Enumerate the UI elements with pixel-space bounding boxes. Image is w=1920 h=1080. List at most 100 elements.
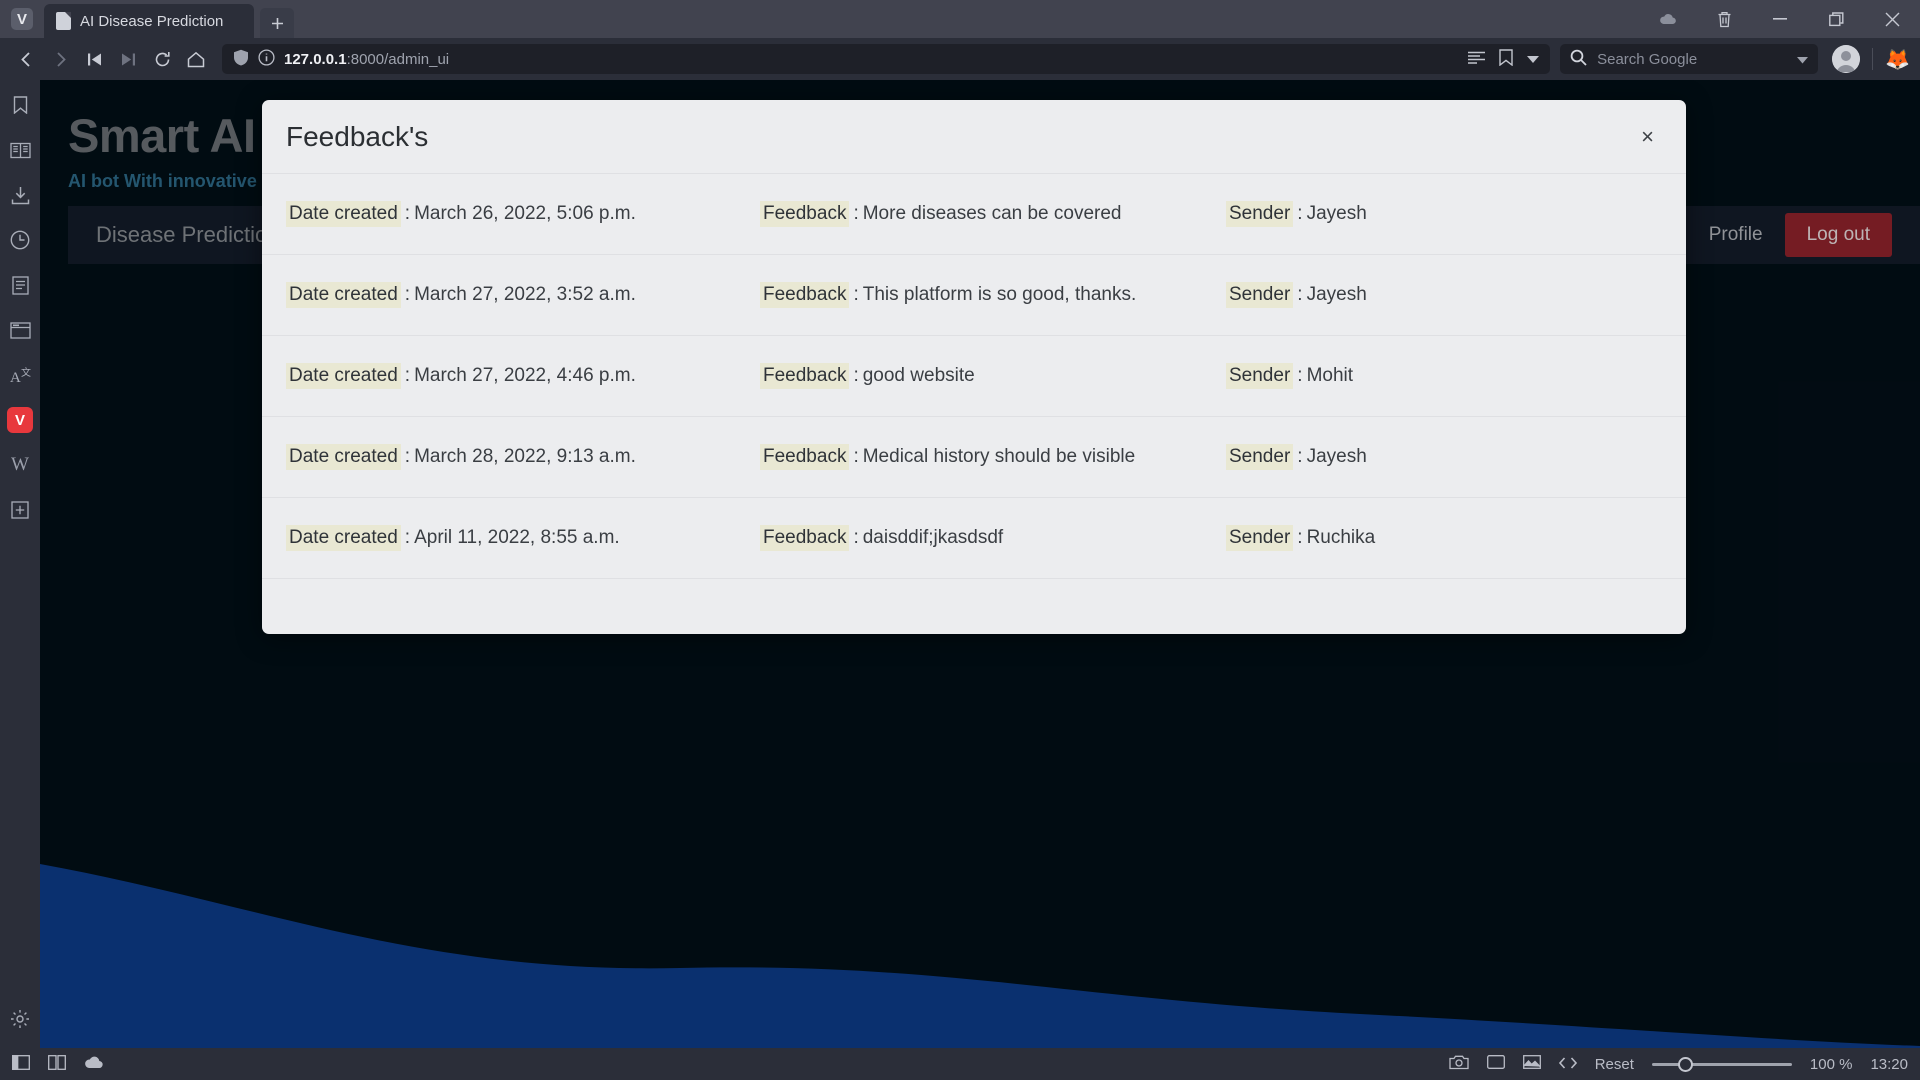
avatar[interactable] xyxy=(1832,45,1861,73)
feedback-date-cell: Date created : March 28, 2022, 9:13 a.m. xyxy=(286,444,760,470)
feedback-date-value: April 11, 2022, 8:55 a.m. xyxy=(414,527,620,548)
browser-content-row: A文 V W Smart AI AI bot With innovative D… xyxy=(0,80,1920,1048)
feedback-text-cell: Feedback : More diseases can be covered xyxy=(760,201,1226,227)
panel-icon[interactable] xyxy=(12,1054,30,1074)
label-date-created: Date created xyxy=(286,363,401,389)
feedback-sender-value: Ruchika xyxy=(1306,527,1376,548)
trash-icon[interactable] xyxy=(1696,0,1752,38)
sidebar-item-translate[interactable]: A文 xyxy=(7,362,33,388)
reload-icon[interactable] xyxy=(146,44,178,74)
tab-title: AI Disease Prediction xyxy=(80,12,224,30)
zoom-level: 100 % xyxy=(1809,1055,1853,1073)
feedback-text-cell: Feedback : This platform is so good, tha… xyxy=(760,282,1226,308)
sidebar-item-notes[interactable] xyxy=(7,272,33,298)
search-placeholder: Search Google xyxy=(1597,50,1698,68)
sidebar-item-wikipedia[interactable]: W xyxy=(7,452,33,478)
feedback-sender-value: Jayesh xyxy=(1306,203,1367,224)
zoom-reset-button[interactable]: Reset xyxy=(1595,1056,1634,1073)
vivaldi-logo-icon: V xyxy=(11,8,33,30)
modal-title: Feedback's xyxy=(286,120,429,152)
tile-icon[interactable] xyxy=(48,1054,66,1074)
sidebar-item-vivaldi[interactable]: V xyxy=(7,407,33,433)
separator: : xyxy=(1297,527,1303,548)
label-sender: Sender xyxy=(1226,444,1294,470)
sidebar-item-settings[interactable] xyxy=(10,1009,30,1034)
chevron-down-icon[interactable] xyxy=(1797,51,1809,68)
feedback-sender-cell: Sender : Jayesh xyxy=(1226,282,1662,308)
separator: : xyxy=(853,527,859,548)
image-icon[interactable] xyxy=(1522,1055,1541,1073)
rewind-icon[interactable] xyxy=(78,44,110,74)
sidebar-item-bookmarks[interactable] xyxy=(7,92,33,118)
firefox-metamask-icon[interactable]: 🦊 xyxy=(1885,47,1910,72)
label-feedback: Feedback xyxy=(760,282,850,308)
address-bar[interactable]: 127.0.0.1:8000/admin_ui xyxy=(222,44,1551,74)
label-date-created: Date created xyxy=(286,201,401,227)
chevron-down-icon[interactable] xyxy=(1527,51,1540,68)
svg-text:A: A xyxy=(10,370,21,385)
shield-icon xyxy=(233,49,249,70)
tabstrip: AI Disease Prediction xyxy=(44,0,294,38)
feedback-sender-cell: Sender : Jayesh xyxy=(1226,444,1662,470)
plus-icon xyxy=(11,501,29,519)
browser-sidebar: A文 V W xyxy=(0,80,40,1048)
book-icon xyxy=(9,142,31,158)
bookmark-icon xyxy=(13,96,27,114)
label-feedback: Feedback xyxy=(760,363,850,389)
statusbar-right: Reset 100 % 13:20 xyxy=(1449,1054,1908,1074)
clock: 13:20 xyxy=(1870,1055,1908,1073)
label-date-created: Date created xyxy=(286,525,401,551)
download-icon xyxy=(11,186,29,204)
separator: : xyxy=(853,446,859,467)
table-row: Date created : March 26, 2022, 5:06 p.m.… xyxy=(262,174,1686,255)
table-row: Date created : March 28, 2022, 9:13 a.m.… xyxy=(262,417,1686,498)
feedback-date-cell: Date created : March 27, 2022, 3:52 a.m. xyxy=(286,282,760,308)
feedback-sender-value: Jayesh xyxy=(1306,446,1367,467)
info-icon[interactable] xyxy=(258,48,275,70)
gear-icon xyxy=(11,1010,29,1028)
bookmark-icon[interactable] xyxy=(1499,48,1513,70)
cloud-icon[interactable] xyxy=(84,1055,104,1073)
toolbar-divider xyxy=(1872,48,1874,70)
notes-icon xyxy=(11,275,29,295)
back-icon[interactable] xyxy=(10,44,42,74)
home-icon[interactable] xyxy=(180,44,212,74)
browser-titlebar: V AI Disease Prediction xyxy=(0,0,1920,38)
new-tab-button[interactable] xyxy=(260,8,294,38)
search-input[interactable]: Search Google xyxy=(1560,44,1819,74)
forward-icon[interactable] xyxy=(44,44,76,74)
label-sender: Sender xyxy=(1226,282,1294,308)
separator: : xyxy=(1297,284,1303,305)
close-icon[interactable]: × xyxy=(1633,120,1662,154)
separator: : xyxy=(404,446,411,467)
feedback-text-value: This platform is so good, thanks. xyxy=(862,284,1137,305)
sidebar-item-add-panel[interactable] xyxy=(7,497,33,523)
browser-tab[interactable]: AI Disease Prediction xyxy=(44,4,254,38)
separator: : xyxy=(404,365,411,386)
fastforward-icon[interactable] xyxy=(112,44,144,74)
separator: : xyxy=(853,284,859,305)
cloud-icon[interactable] xyxy=(1640,0,1696,38)
feedback-sender-cell: Sender : Ruchika xyxy=(1226,525,1662,551)
separator: : xyxy=(1297,365,1303,386)
zoom-knob[interactable] xyxy=(1677,1056,1693,1072)
clock-icon xyxy=(10,230,30,250)
maximize-icon[interactable] xyxy=(1808,0,1864,38)
plus-icon xyxy=(271,17,283,29)
translate-icon: A文 xyxy=(10,366,31,385)
sidebar-item-downloads[interactable] xyxy=(7,182,33,208)
sidebar-item-history[interactable] xyxy=(7,227,33,253)
sidebar-item-window[interactable] xyxy=(7,317,33,343)
vivaldi-menu-button[interactable]: V xyxy=(0,0,44,38)
vivaldi-icon: V xyxy=(14,411,25,429)
camera-icon[interactable] xyxy=(1449,1054,1469,1074)
sidebar-item-reading-list[interactable] xyxy=(7,137,33,163)
rect-icon[interactable] xyxy=(1486,1055,1505,1073)
reader-view-icon[interactable] xyxy=(1468,51,1486,68)
close-icon[interactable] xyxy=(1864,0,1920,38)
minimize-icon[interactable] xyxy=(1752,0,1808,38)
feedback-date-cell: Date created : April 11, 2022, 8:55 a.m. xyxy=(286,525,760,551)
code-icon[interactable] xyxy=(1558,1056,1577,1073)
zoom-slider[interactable] xyxy=(1651,1056,1792,1072)
feedback-list: Date created : March 26, 2022, 5:06 p.m.… xyxy=(262,174,1686,579)
